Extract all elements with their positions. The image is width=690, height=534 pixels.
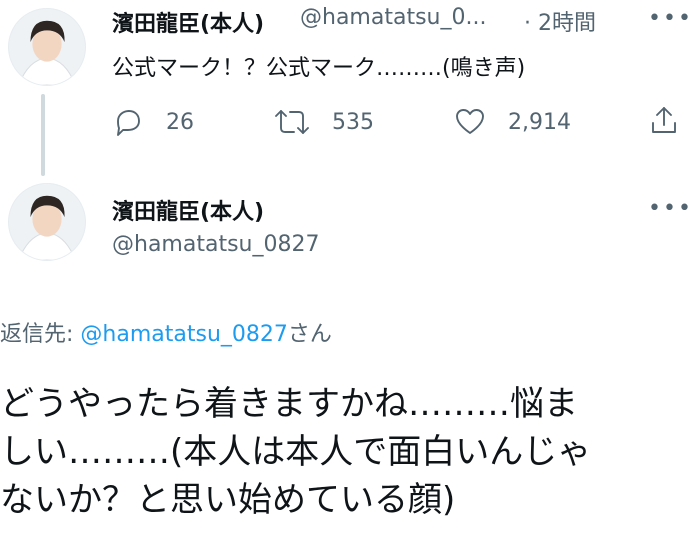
tweet-text-line: どうやったら着きますかね………悩ま xyxy=(0,384,578,424)
reply-count: 26 xyxy=(166,109,194,135)
author-handle[interactable]: @hamatatsu_0... xyxy=(300,5,486,30)
retweet-icon xyxy=(275,110,309,134)
author-handle[interactable]: @hamatatsu_0827 xyxy=(112,232,319,257)
profile-photo xyxy=(9,9,85,85)
tweet-text: 公式マーク！？公式マーク………(鳴き声) xyxy=(112,56,526,81)
avatar[interactable] xyxy=(8,183,86,261)
author-name[interactable]: 濱田龍臣(本人) xyxy=(112,6,264,38)
share-button[interactable] xyxy=(648,104,680,136)
tweet-text-line: しい………(本人は本人で面白いんじゃ xyxy=(0,432,592,472)
reply-to-mention[interactable]: @hamatatsu_0827 xyxy=(80,322,287,347)
heart-icon xyxy=(456,109,484,134)
share-icon xyxy=(652,107,676,133)
reply-to-suffix: さん xyxy=(287,322,332,347)
tweet-text: どうやったら着きますかね………悩ま しい………(本人は本人で面白いんじゃ ないか… xyxy=(0,380,690,524)
tweet-text-line: ないか？と思い始めている顔) xyxy=(0,480,456,520)
like-count: 2,914 xyxy=(508,109,571,135)
reply-to-line: 返信先: @hamatatsu_0827さん xyxy=(0,316,332,348)
like-button[interactable]: 2,914 xyxy=(454,106,571,138)
thread-line xyxy=(41,94,45,176)
reply-button[interactable]: 26 xyxy=(112,106,194,138)
more-options-icon[interactable]: ••• xyxy=(648,6,690,31)
author-name[interactable]: 濱田龍臣(本人) xyxy=(112,194,264,226)
reply-icon xyxy=(117,110,140,136)
reply-to-label: 返信先: xyxy=(0,322,81,347)
retweet-button[interactable]: 535 xyxy=(272,106,374,138)
profile-photo xyxy=(9,184,85,260)
avatar[interactable] xyxy=(8,8,86,86)
timestamp[interactable]: · 2時間 xyxy=(524,5,596,37)
more-options-icon[interactable]: ••• xyxy=(648,196,690,221)
retweet-count: 535 xyxy=(332,109,374,135)
